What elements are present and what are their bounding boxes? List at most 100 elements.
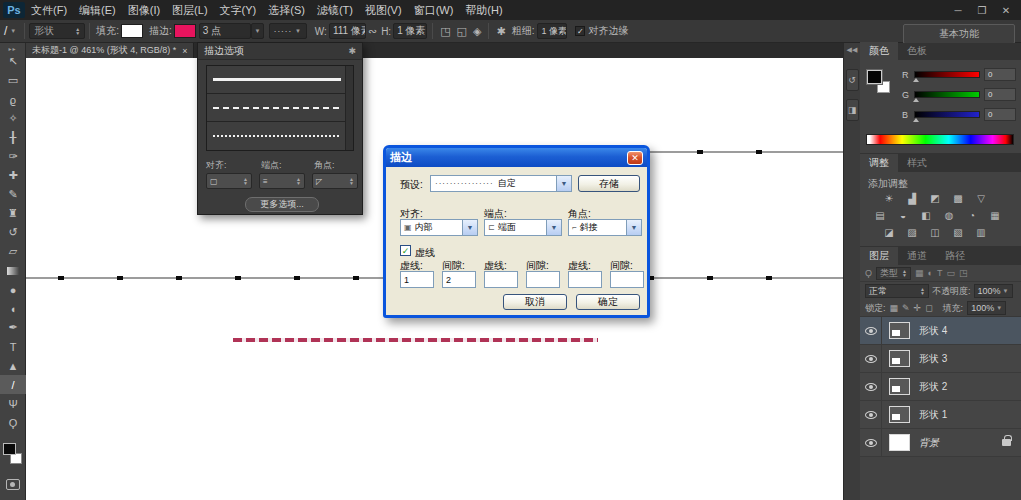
tab-adjustments[interactable]: 调整 (860, 154, 898, 172)
stroke-width-field[interactable]: 3 点 (199, 23, 251, 39)
tool-mode-select[interactable]: 形状 ▲▼ (29, 23, 85, 39)
quick-mask-icon[interactable] (6, 479, 20, 490)
history-brush-tool[interactable]: ↺ (0, 223, 26, 242)
panel-gear-icon[interactable]: ✱ (348, 46, 356, 56)
quick-selection-tool[interactable]: ✧ (0, 109, 26, 128)
visibility-toggle[interactable] (860, 317, 882, 345)
color-balance-icon[interactable]: ◒ (896, 209, 910, 221)
caps-select[interactable]: ≡▲▼ (259, 173, 305, 189)
layer-row-background[interactable]: 背景 (860, 429, 1021, 457)
marquee-tool[interactable]: ▭ (0, 71, 26, 90)
stroke-style-dotted[interactable] (207, 122, 353, 150)
dash-input-1[interactable]: 1 (400, 271, 434, 288)
layer-thumbnail[interactable] (889, 434, 910, 451)
selective-color-icon[interactable]: ▥ (974, 226, 988, 238)
color-lookup-icon[interactable]: ▦ (988, 209, 1002, 221)
lock-pixels-icon[interactable]: ✎ (902, 303, 910, 313)
menu-type[interactable]: 文字(Y) (214, 0, 263, 20)
red-value[interactable]: 0 (984, 68, 1016, 81)
workspace-switcher[interactable]: 基本功能 (903, 24, 1015, 44)
path-selection-tool[interactable]: ▲ (0, 356, 26, 375)
menu-select[interactable]: 选择(S) (262, 0, 311, 20)
type-tool[interactable]: T (0, 337, 26, 356)
filter-shape-icon[interactable]: ▭ (946, 268, 955, 278)
gap-input-3[interactable] (610, 271, 644, 288)
clone-stamp-tool[interactable]: ♜ (0, 204, 26, 223)
line-tool[interactable]: / (0, 375, 26, 394)
filter-type-icon[interactable]: T (937, 268, 943, 278)
menu-help[interactable]: 帮助(H) (459, 0, 508, 20)
lasso-tool[interactable]: ϱ (0, 90, 26, 109)
filter-adjustment-icon[interactable]: ◐ (927, 268, 932, 278)
blue-value[interactable]: 0 (984, 108, 1016, 121)
layer-row-shape2[interactable]: 形状 2 (860, 373, 1021, 401)
vibrance-icon[interactable]: ▽ (974, 192, 988, 204)
preset-select[interactable]: ················ 自定 ▼ (430, 175, 572, 192)
crop-tool[interactable]: ╂ (0, 128, 26, 147)
stroke-type-dropdown[interactable]: ····· ▼ (269, 23, 307, 39)
brightness-contrast-icon[interactable]: ☀ (882, 192, 896, 204)
layer-name[interactable]: 形状 2 (919, 380, 947, 394)
layer-thumbnail[interactable] (889, 350, 910, 367)
visibility-toggle[interactable] (860, 345, 882, 373)
menu-view[interactable]: 视图(V) (359, 0, 408, 20)
layer-name[interactable]: 形状 3 (919, 352, 947, 366)
cancel-button[interactable]: 取消 (503, 294, 567, 310)
stroke-swatch[interactable] (174, 24, 196, 38)
threshold-icon[interactable]: ◫ (928, 226, 942, 238)
tab-swatches[interactable]: 色板 (898, 42, 936, 60)
layer-name[interactable]: 形状 4 (919, 324, 947, 338)
align-select[interactable]: ▢▲▼ (206, 173, 252, 189)
pen-tool[interactable]: ✒ (0, 318, 26, 337)
dialog-close-button[interactable]: ✕ (627, 151, 643, 165)
stroke-style-solid[interactable] (207, 66, 353, 94)
dialog-title-bar[interactable]: 描边 ✕ (386, 148, 647, 167)
eraser-tool[interactable]: ▱ (0, 242, 26, 261)
invert-icon[interactable]: ◪ (882, 226, 896, 238)
align-edges-checkbox[interactable]: ✓ (575, 26, 585, 36)
path-operations-icon[interactable]: ◳ (437, 25, 453, 38)
menu-layer[interactable]: 图层(L) (166, 0, 213, 20)
tool-preset-picker[interactable]: / ▼ (0, 24, 20, 38)
collapse-arrows-icon[interactable]: ▸▸ (0, 43, 25, 52)
dash-input-2[interactable] (484, 271, 518, 288)
eyedropper-tool[interactable]: ✑ (0, 147, 26, 166)
tab-channels[interactable]: 通道 (898, 247, 936, 265)
restore-button[interactable]: ❐ (975, 5, 989, 16)
gap-input-2[interactable] (526, 271, 560, 288)
brush-tool[interactable]: ✎ (0, 185, 26, 204)
ok-button[interactable]: 确定 (576, 294, 640, 310)
path-alignment-icon[interactable]: ◱ (454, 25, 470, 38)
color-spectrum-bar[interactable] (866, 134, 1014, 145)
gradient-map-icon[interactable]: ▧ (951, 226, 965, 238)
dashed-line-checkbox[interactable]: ✓ (400, 245, 411, 256)
layer-name[interactable]: 背景 (919, 436, 939, 450)
foreground-color-swatch[interactable] (867, 70, 882, 84)
visibility-toggle[interactable] (860, 401, 882, 429)
layer-thumbnail[interactable] (889, 378, 910, 395)
close-button[interactable]: ✕ (999, 5, 1013, 16)
tab-color[interactable]: 颜色 (860, 42, 898, 60)
zoom-tool[interactable]: Ϙ (0, 413, 26, 432)
hand-tool[interactable]: Ψ (0, 394, 26, 413)
corners-select[interactable]: ◸▲▼ (312, 173, 358, 189)
layer-row-shape4[interactable]: 形状 4 (860, 317, 1021, 345)
channel-mixer-icon[interactable]: ◔ (965, 209, 979, 221)
filter-type-select[interactable]: 类型 ▲▼ (876, 267, 911, 280)
link-dimensions-icon[interactable]: ∾ (366, 25, 379, 38)
dodge-tool[interactable]: ◖ (0, 299, 26, 318)
move-tool[interactable]: ↖ (0, 52, 26, 71)
fill-field[interactable]: 100% ▼ (967, 301, 1006, 315)
tab-paths[interactable]: 路径 (936, 247, 974, 265)
gear-icon[interactable]: ✱ (493, 25, 508, 38)
layer-thumbnail[interactable] (889, 406, 910, 423)
caps-dropdown[interactable]: ⊏ 端面 ▼ (484, 219, 562, 236)
curves-icon[interactable]: ◩ (928, 192, 942, 204)
levels-icon[interactable]: ▟ (905, 192, 919, 204)
more-options-button[interactable]: 更多选项... (245, 197, 319, 212)
posterize-icon[interactable]: ▨ (905, 226, 919, 238)
red-slider[interactable] (914, 71, 980, 78)
blur-tool[interactable]: ● (0, 280, 26, 299)
photo-filter-icon[interactable]: ◍ (942, 209, 956, 221)
fill-swatch[interactable] (121, 24, 143, 38)
